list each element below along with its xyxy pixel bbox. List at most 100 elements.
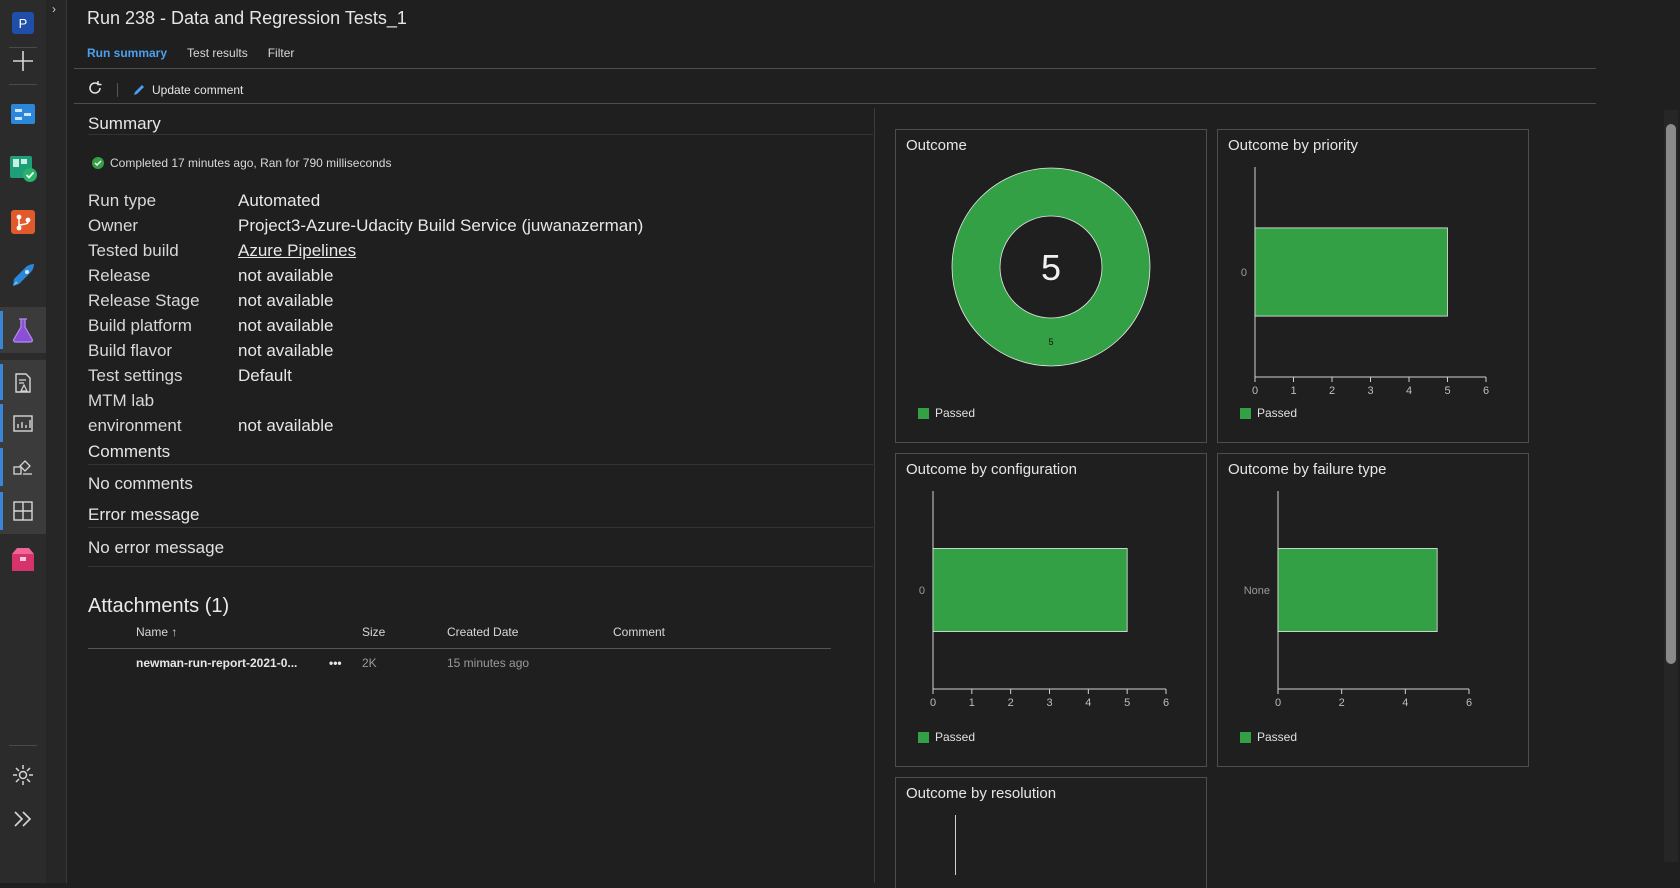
artifacts-icon[interactable]: [0, 536, 46, 582]
chart-legend: Passed: [1240, 406, 1297, 420]
x-tick-label: 4: [1402, 697, 1408, 709]
tab-test-results[interactable]: Test results: [187, 46, 248, 60]
boards-icon[interactable]: [0, 145, 46, 191]
attachment-size: 2K: [362, 656, 377, 670]
analytics-icon[interactable]: [0, 400, 46, 446]
left-nav-rail: P: [0, 0, 47, 883]
bar-passed: [932, 548, 1128, 632]
x-tick-label: 5: [1124, 697, 1130, 709]
detail-key: Test settings: [88, 366, 183, 385]
section-divider: [88, 464, 873, 465]
x-tick-label: 5: [1444, 385, 1450, 397]
settings-gear-icon[interactable]: [0, 752, 46, 798]
outcome-card: Outcome 55 Passed: [895, 129, 1207, 443]
new-icon[interactable]: [0, 38, 46, 84]
pipelines-icon[interactable]: [0, 253, 46, 299]
bar-passed: [1277, 548, 1438, 632]
x-tick-label: 3: [1046, 697, 1052, 709]
vertical-scrollbar[interactable]: [1664, 110, 1678, 862]
detail-value: not available: [238, 266, 334, 285]
tree-expander-strip[interactable]: ›: [46, 0, 67, 883]
deployment-icon[interactable]: [0, 444, 46, 490]
toolbar-divider: [74, 103, 1596, 104]
run-details: Run type Automated Owner Project3-Azure-Ud…: [88, 188, 643, 438]
detail-key: Run type: [88, 191, 157, 210]
legend-swatch: [918, 407, 929, 419]
attachments-heading: Attachments (1): [88, 595, 230, 617]
comments-heading: Comments: [88, 442, 171, 461]
check-circle-icon: [92, 157, 104, 169]
x-tick-label: 1: [969, 697, 975, 709]
outcome-by-configuration-card: Outcome by configuration 01234560 Passed: [895, 453, 1207, 767]
detail-key: environment: [88, 416, 182, 435]
x-tick-label: 0: [1275, 697, 1281, 709]
outcome-by-failure-type-card: Outcome by failure type 0 2 4 6 None Passed: [1217, 453, 1529, 767]
donut-center-total: 5: [1041, 247, 1061, 288]
run-status: Completed 17 minutes ago, Ran for 790 mi…: [92, 156, 391, 170]
summary-heading: Summary: [88, 114, 161, 133]
comments-text: No comments: [88, 474, 193, 493]
update-comment-button[interactable]: Update comment: [132, 83, 243, 97]
detail-key: Build platform: [88, 316, 192, 335]
collapse-chevrons-icon[interactable]: [0, 796, 46, 842]
outcome-donut-chart[interactable]: 55: [896, 130, 1206, 400]
detail-value: not available: [238, 416, 334, 435]
attachment-created: 15 minutes ago: [447, 656, 530, 670]
more-actions-icon[interactable]: •••: [329, 656, 342, 670]
outcome-by-failure-type-chart[interactable]: 0 2 4 6 None: [1218, 454, 1528, 724]
section-divider: [88, 134, 873, 135]
detail-row-run-type: Run type Automated: [88, 188, 643, 213]
legend-label: Passed: [1257, 406, 1298, 420]
x-tick-label: 4: [1085, 697, 1091, 709]
detail-row-build-flavor: Build flavor not available: [88, 338, 643, 363]
donut-slice-label: 5: [1048, 337, 1053, 347]
outcome-by-priority-card: Outcome by priority 01234560 Passed: [1217, 129, 1529, 443]
column-header-size[interactable]: Size: [362, 625, 385, 639]
pencil-icon: [134, 84, 144, 95]
chevron-right-icon[interactable]: ›: [52, 2, 56, 16]
scrollbar-thumb[interactable]: [1666, 124, 1676, 664]
tab-filter[interactable]: Filter: [268, 46, 295, 60]
chart-title: Outcome by resolution: [906, 785, 1057, 802]
bar-passed: [1254, 227, 1448, 317]
column-header-created[interactable]: Created Date: [447, 625, 518, 639]
x-tick-label: 2: [1008, 697, 1014, 709]
x-tick-label: 6: [1163, 697, 1169, 709]
legend-label: Passed: [1257, 730, 1298, 744]
x-tick-label: 6: [1483, 385, 1489, 397]
toolbar: Update comment: [87, 80, 243, 99]
column-header-name[interactable]: Name ↑: [136, 625, 177, 639]
detail-row-test-settings: Test settings Default: [88, 363, 643, 388]
section-divider: [88, 527, 873, 528]
legend-swatch: [918, 731, 929, 743]
refresh-icon[interactable]: [87, 80, 103, 99]
y-category-label: 0: [1241, 267, 1247, 279]
legend-label: Passed: [935, 406, 976, 420]
outcome-by-priority-chart[interactable]: 0 1 2 3 4 5 6 0: [1218, 130, 1528, 400]
legend-label: Passed: [935, 730, 976, 744]
detail-key: Release Stage: [88, 291, 200, 310]
column-header-comment[interactable]: Comment: [613, 625, 665, 639]
header-divider: [74, 68, 1596, 69]
overview-icon[interactable]: [0, 91, 46, 137]
detail-row-environment: environment not available: [88, 413, 643, 438]
tab-run-summary[interactable]: Run summary: [87, 46, 167, 60]
detail-row-tested-build: Tested build Azure Pipelines: [88, 238, 643, 263]
detail-row-release-stage: Release Stage not available: [88, 288, 643, 313]
outcome-by-configuration-chart[interactable]: 0 1 2 3 4 5 6 0: [896, 454, 1206, 724]
x-tick-label: 6: [1466, 697, 1472, 709]
section-divider: [88, 566, 873, 567]
dashboard-grid-icon[interactable]: [0, 488, 46, 534]
attachment-name-link[interactable]: newman-run-report-2021-0...: [136, 656, 297, 670]
detail-row-mtm-lab: MTM lab: [88, 388, 643, 413]
tested-build-link[interactable]: Azure Pipelines: [238, 238, 356, 263]
test-plans-icon[interactable]: [0, 307, 46, 353]
detail-value: Project3-Azure-Udacity Build Service (ju…: [238, 216, 644, 235]
legend-swatch: [1240, 731, 1251, 743]
detail-key: Build flavor: [88, 341, 173, 360]
project-avatar-letter: P: [12, 12, 34, 34]
detail-value: not available: [238, 291, 334, 310]
repos-icon[interactable]: [0, 199, 46, 245]
error-text: No error message: [88, 538, 225, 557]
toolbar-separator: [117, 82, 118, 97]
